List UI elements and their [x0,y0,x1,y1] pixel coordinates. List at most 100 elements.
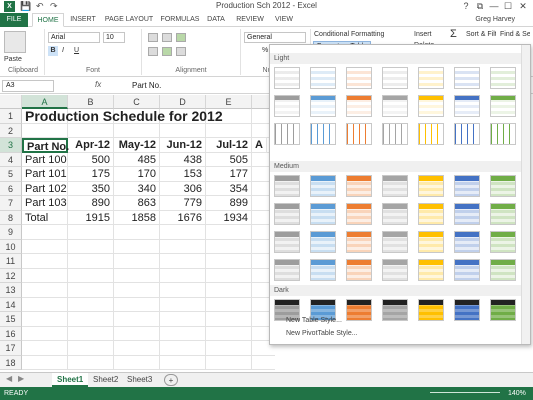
part-label[interactable]: Part 100 [22,152,68,167]
column-header[interactable]: C [114,95,160,109]
grid-cell[interactable] [68,341,114,356]
table-style-swatch[interactable] [418,95,444,117]
grid-cell[interactable] [22,355,68,370]
font-size-box[interactable]: 10 [103,32,125,43]
grid-cell[interactable] [160,341,206,356]
maximize-button[interactable]: ☐ [501,0,515,13]
conditional-formatting-button[interactable]: Conditional Formatting [314,30,384,40]
row-header[interactable]: 17 [0,341,22,356]
column-header[interactable]: A [22,95,68,109]
number-format-box[interactable]: General [244,32,306,43]
new-table-style-item[interactable]: New Table Style... [270,315,342,326]
row-header[interactable]: 14 [0,297,22,312]
value-cell[interactable]: 863 [114,196,160,211]
grid-cell[interactable] [160,355,206,370]
table-style-swatch[interactable] [346,299,372,321]
value-cell[interactable]: 485 [114,152,160,167]
value-cell[interactable]: 1858 [114,210,160,225]
table-style-swatch[interactable] [454,95,480,117]
table-style-swatch[interactable] [382,259,408,281]
table-style-swatch[interactable] [418,231,444,253]
grid-cell[interactable] [160,254,206,269]
underline-button[interactable]: U [74,46,79,56]
autosum-button[interactable]: Σ [450,29,457,40]
percent-button[interactable]: % [262,46,268,56]
grid-cell[interactable] [68,326,114,341]
table-style-swatch[interactable] [310,231,336,253]
zoom-slider[interactable] [430,392,500,393]
table-style-swatch[interactable] [274,95,300,117]
value-cell[interactable]: 153 [160,167,206,182]
formula-input[interactable]: Part No. [132,80,272,92]
sheet-tab-2[interactable]: Sheet2 [88,373,123,387]
value-cell[interactable]: 306 [160,181,206,196]
tab-file[interactable]: FILE [0,13,28,27]
table-style-swatch[interactable] [310,203,336,225]
grid-cell[interactable] [114,283,160,298]
table-style-swatch[interactable] [382,299,408,321]
grid-cell[interactable] [22,268,68,283]
grid-cell[interactable] [206,239,252,254]
value-cell[interactable]: 350 [68,181,114,196]
table-style-swatch[interactable] [454,203,480,225]
value-cell[interactable]: 340 [114,181,160,196]
table-style-swatch[interactable] [346,259,372,281]
grid-cell[interactable] [160,312,206,327]
grid-cell[interactable] [22,341,68,356]
table-style-swatch[interactable] [418,259,444,281]
table-style-swatch[interactable] [418,123,444,145]
part-label[interactable]: Part 101 [22,167,68,182]
sort-filter-button[interactable]: Sort & Filter [466,30,496,40]
table-style-swatch[interactable] [418,175,444,197]
grid-cell[interactable] [22,239,68,254]
tab-insert[interactable]: INSERT [68,13,98,27]
tab-formulas[interactable]: FORMULAS [160,13,200,27]
scroll-left-icon[interactable]: ◀ [6,374,12,383]
row-header[interactable]: 11 [0,254,22,269]
table-style-swatch[interactable] [418,299,444,321]
sheet-title[interactable]: Production Schedule for 2012 [22,109,226,124]
table-style-swatch[interactable] [454,231,480,253]
ribbon-display-button[interactable]: ⧉ [473,0,487,13]
table-style-swatch[interactable] [454,299,480,321]
table-style-swatch[interactable] [490,123,516,145]
value-cell[interactable]: 505 [206,152,252,167]
grid-cell[interactable] [206,355,252,370]
grid-cell[interactable] [160,123,206,138]
grid-cell[interactable] [206,225,252,240]
row-header[interactable]: 15 [0,312,22,327]
row-header[interactable]: 9 [0,225,22,240]
function-icon[interactable]: fx [95,80,101,89]
table-style-swatch[interactable] [346,95,372,117]
row-header[interactable]: 3 [0,138,22,153]
insert-cells-button[interactable]: Insert [414,30,432,40]
table-style-swatch[interactable] [274,231,300,253]
tab-home[interactable]: HOME [32,13,64,27]
row-header[interactable]: 16 [0,326,22,341]
scroll-right-icon[interactable]: ▶ [18,374,24,383]
row-header[interactable]: 6 [0,181,22,196]
table-style-swatch[interactable] [346,231,372,253]
grid-cell[interactable] [22,254,68,269]
value-cell[interactable]: 438 [160,152,206,167]
grid-cell[interactable] [160,326,206,341]
grid-cell[interactable] [252,356,275,370]
table-style-swatch[interactable] [346,203,372,225]
sheet-tab-1[interactable]: Sheet1 [52,373,89,387]
table-style-swatch[interactable] [274,67,300,89]
grid-cell[interactable] [68,123,114,138]
align-left-icon[interactable] [148,47,158,56]
help-button[interactable]: ? [459,0,473,13]
align-center-icon[interactable] [162,47,172,56]
table-style-swatch[interactable] [382,67,408,89]
grid-cell[interactable] [206,312,252,327]
table-style-swatch[interactable] [490,299,516,321]
user-name[interactable]: Greg Harvey [475,13,515,27]
table-style-swatch[interactable] [490,259,516,281]
header-month[interactable]: Jun-12 [160,138,206,153]
header-month[interactable]: Jul-12 [206,138,252,153]
grid-cell[interactable] [114,123,160,138]
italic-button[interactable]: I [62,46,64,56]
value-cell[interactable]: 890 [68,196,114,211]
grid-cell[interactable] [68,355,114,370]
